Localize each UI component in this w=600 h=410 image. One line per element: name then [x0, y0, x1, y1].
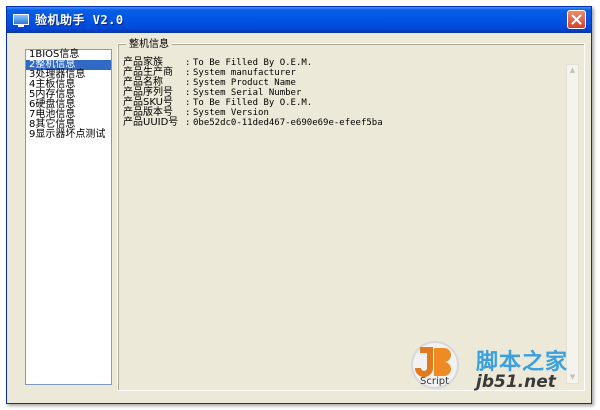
info-value: To Be Filled By O.E.M.: [193, 58, 313, 68]
info-value: 0be52dc0-11ded467-e690e69e-efeef5ba: [193, 118, 383, 128]
groupbox-title: 整机信息: [126, 39, 172, 50]
info-separator: :: [185, 108, 191, 118]
info-value: System Version: [193, 108, 269, 118]
info-separator: :: [185, 78, 191, 88]
watermark-site-url: jb51.net: [476, 372, 556, 392]
category-item[interactable]: 9显示器坏点测试: [26, 130, 111, 140]
app-monitor-icon: [13, 14, 29, 27]
window-title: 验机助手 V2.0: [35, 13, 124, 27]
info-row: 产品UUID号:0be52dc0-11ded467-e690e69e-efeef…: [123, 117, 383, 129]
close-button[interactable]: [567, 10, 586, 29]
title-bar[interactable]: 验机助手 V2.0: [7, 7, 591, 33]
info-separator: :: [185, 98, 191, 108]
info-label: 产品UUID号: [123, 117, 179, 128]
scroll-up-icon[interactable]: ▲: [567, 65, 578, 76]
vertical-scrollbar[interactable]: ▲ ▼: [566, 64, 579, 384]
info-value: System Product Name: [193, 78, 296, 88]
info-separator: :: [185, 118, 191, 128]
info-groupbox: 整机信息 产品家族: To Be Filled By O.E.M. 产品生产商: Sy…: [117, 39, 585, 391]
info-value: System manufacturer: [193, 68, 296, 78]
info-value: System Serial Number: [193, 88, 302, 98]
info-separator: :: [185, 88, 191, 98]
info-separator: :: [185, 68, 191, 78]
category-list[interactable]: 1BIOS信息 2整机信息 3处理器信息 4主板信息 5内存信息 6硬盘信息 7电池信息 8其…: [25, 49, 112, 385]
site-watermark: Script 脚本之家 jb51.net: [410, 340, 590, 400]
watermark-script-label: Script: [420, 376, 450, 387]
close-icon: [571, 14, 582, 25]
info-text-area[interactable]: 产品家族: To Be Filled By O.E.M. 产品生产商: System …: [123, 58, 383, 129]
info-separator: :: [185, 58, 191, 68]
info-value: To Be Filled By O.E.M.: [193, 98, 313, 108]
